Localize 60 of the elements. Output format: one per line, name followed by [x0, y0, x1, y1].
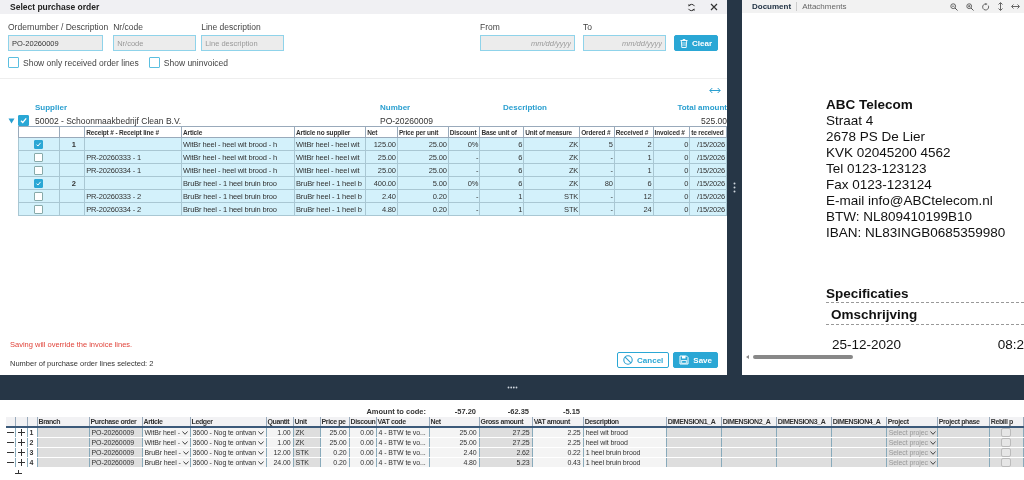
fit-width-icon[interactable]	[1011, 4, 1020, 9]
checkbox[interactable]	[148, 57, 160, 68]
checkbox[interactable]	[34, 204, 44, 214]
company-name: ABC Telecom	[826, 97, 914, 113]
checkbox[interactable]	[18, 115, 29, 126]
close-icon[interactable]	[710, 3, 718, 11]
add-row-icon[interactable]	[17, 439, 25, 447]
address-line: Fax 0123-123124	[826, 177, 933, 193]
column-heading: Omschrijving	[826, 303, 1024, 325]
field-label: From	[480, 22, 501, 32]
splitter-handle-icon[interactable]	[733, 182, 736, 193]
checkbox[interactable]	[1001, 458, 1012, 467]
address-line: BTW: NL809410199B10	[826, 209, 974, 225]
supplier-name: 50002 - Schoonmaakbedrijf Clean B.V.	[35, 115, 183, 126]
order-number: PO-20260009	[380, 115, 434, 126]
trash-icon	[680, 38, 688, 48]
field-label: Line description	[201, 22, 262, 32]
ban-icon	[623, 355, 634, 365]
checkbox[interactable]	[34, 165, 44, 175]
tab[interactable]: Document	[752, 2, 797, 11]
refresh-icon[interactable]	[687, 2, 696, 12]
field-label: To	[583, 22, 593, 32]
document-text: 25-12-2020	[832, 337, 902, 352]
checkbox[interactable]	[1001, 428, 1012, 437]
add-row-icon[interactable]	[17, 459, 25, 467]
add-row-icon[interactable]	[15, 470, 22, 474]
splitter-handle-icon[interactable]	[506, 386, 518, 389]
scrollbar-thumb[interactable]	[753, 354, 853, 359]
expander-icon[interactable]	[8, 117, 15, 124]
address-line: Straat 4	[826, 113, 875, 129]
floppy-icon	[679, 355, 690, 365]
fit-height-icon[interactable]	[998, 2, 1003, 11]
tab[interactable]: Attachments	[796, 2, 852, 11]
checkbox[interactable]	[34, 139, 44, 149]
checkbox[interactable]	[1001, 438, 1012, 447]
checkbox-label: Show only received order lines	[23, 57, 139, 68]
checkbox[interactable]	[8, 57, 19, 68]
zoom-out-icon[interactable]	[950, 2, 958, 11]
field-label: Ordernumber / Description	[8, 22, 109, 32]
address-line: IBAN: NL83INGB0685359980	[826, 225, 1007, 241]
checkbox[interactable]	[34, 178, 44, 188]
address-line: E-mail info@ABCtelecom.nl	[826, 193, 994, 209]
total-amount: 525.00	[701, 115, 727, 126]
section-heading: Specificaties	[826, 286, 1024, 303]
window-title: Select purchase order	[10, 2, 100, 12]
checkbox-label: Show uninvoiced	[163, 57, 229, 68]
rotate-icon[interactable]	[982, 2, 990, 11]
add-row-icon[interactable]	[17, 449, 25, 457]
checkbox[interactable]	[1001, 448, 1012, 457]
address-line: 2678 PS De Lier	[826, 129, 927, 145]
field-label: Nr/code	[113, 22, 144, 32]
document-text: 08:2	[997, 337, 1024, 352]
expand-width-icon[interactable]	[709, 87, 721, 94]
checkbox[interactable]	[34, 191, 44, 201]
add-row-icon[interactable]	[17, 429, 25, 437]
zoom-in-icon[interactable]	[966, 2, 974, 11]
address-line: KVK 02045200 4562	[826, 145, 952, 161]
address-line: Tel 0123-123123	[826, 161, 928, 177]
scroll-left-icon[interactable]	[746, 354, 749, 359]
checkbox[interactable]	[34, 152, 44, 162]
